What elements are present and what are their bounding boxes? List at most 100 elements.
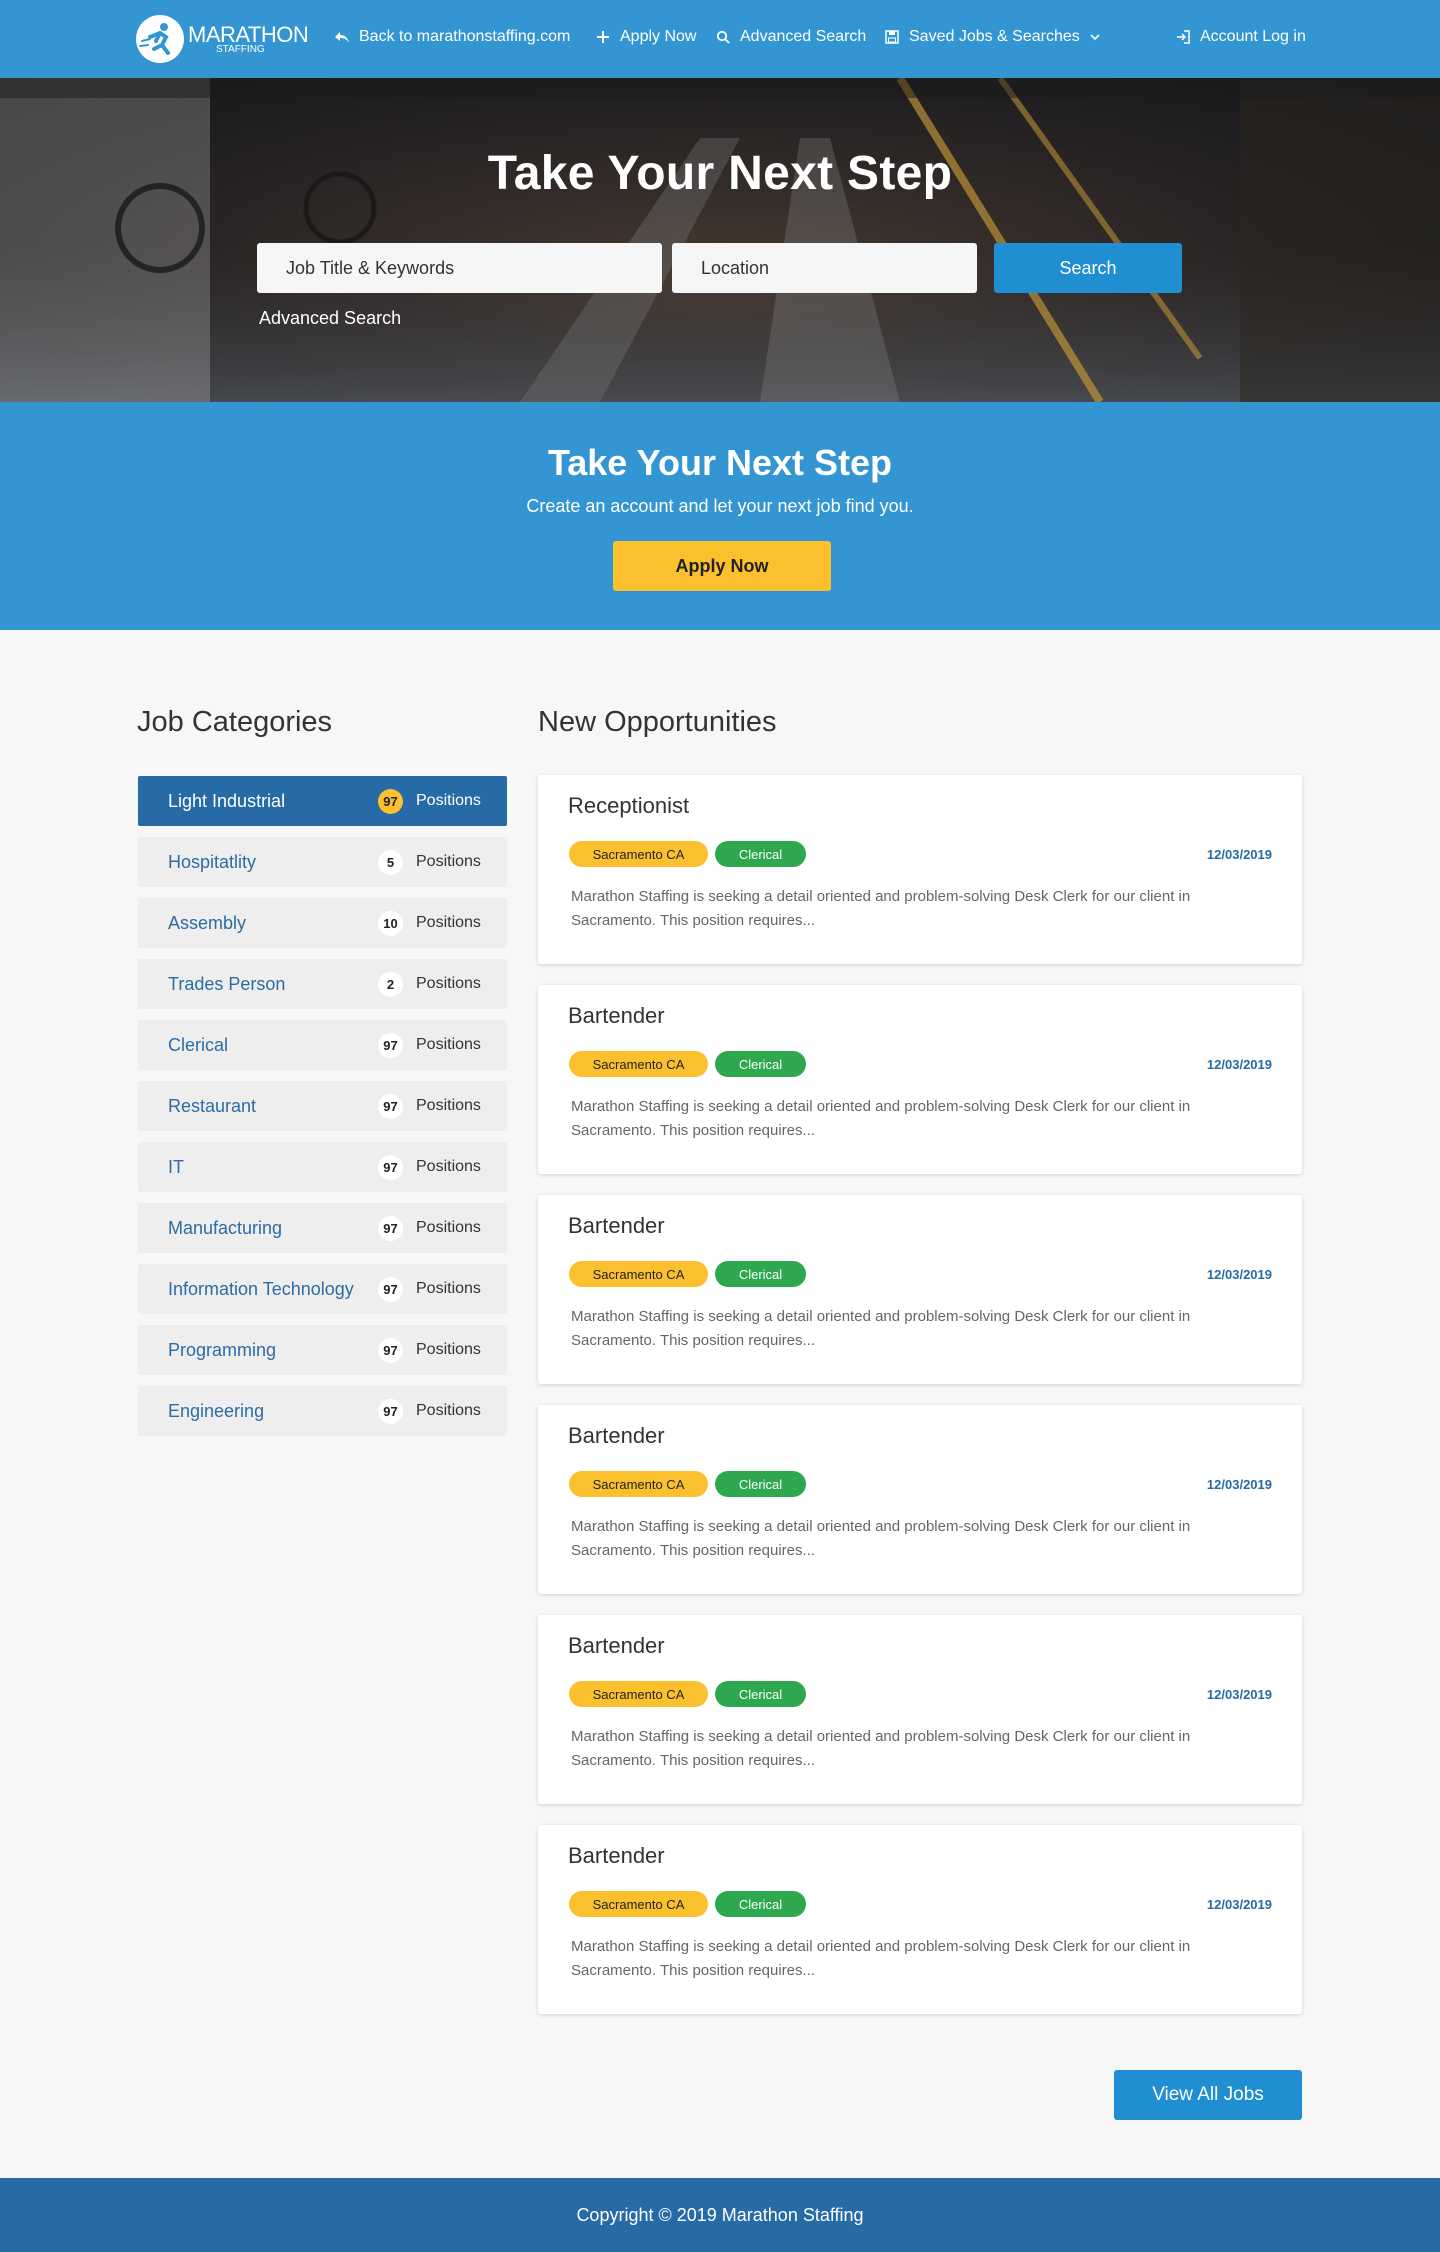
keywords-input[interactable] [257,243,662,293]
category-tag: Clerical [715,1681,806,1707]
job-card[interactable]: Receptionist Sacramento CA Clerical 12/03/2… [538,775,1302,964]
category-count-badge: 97 [378,1338,403,1363]
category-item[interactable]: Trades Person 2 Positions [138,959,507,1009]
category-count-badge: 10 [378,911,403,936]
job-title[interactable]: Bartender [568,1423,665,1449]
copyright-text: Copyright © 2019 Marathon Staffing [576,2204,864,2225]
job-title[interactable]: Bartender [568,1003,665,1029]
back-to-site-link[interactable]: Back to marathonstaffing.com [333,28,570,46]
cta-banner: Take Your Next Step Create an account an… [0,402,1440,630]
job-card[interactable]: Bartender Sacramento CA Clerical 12/03/2019… [538,1195,1302,1384]
floppy-disk-icon [883,28,901,46]
hero-advanced-search-link[interactable]: Advanced Search [259,308,401,329]
category-tag: Clerical [715,1261,806,1287]
category-count-badge: 97 [378,1155,403,1180]
job-description: Marathon Staffing is seeking a detail or… [571,1098,1191,1139]
saved-jobs-label: Saved Jobs & Searches [909,28,1080,45]
job-date: 12/03/2019 [1206,1267,1272,1282]
chevron-down-icon [1086,28,1104,46]
category-name: Restaurant [168,1095,257,1116]
category-count-badge: 97 [378,1216,403,1241]
job-title[interactable]: Bartender [568,1213,665,1239]
apply-now-nav-label: Apply Now [620,28,697,45]
category-count-badge: 97 [378,789,403,814]
category-item[interactable]: Clerical 97 Positions [138,1020,507,1070]
job-description: Marathon Staffing is seeking a detail or… [571,1518,1191,1559]
category-name: Light Industrial [168,790,286,811]
category-tag: Clerical [715,841,806,867]
category-name: Information Technology [168,1278,354,1299]
location-tag: Sacramento CA [569,841,708,867]
category-count-badge: 2 [378,972,403,997]
account-login-link[interactable]: Account Log in [1174,28,1306,46]
job-description: Marathon Staffing is seeking a detail or… [571,1308,1191,1349]
apply-now-link[interactable]: Apply Now [594,28,696,46]
logo-wordmark: MARATHON [188,21,309,47]
job-description: Marathon Staffing is seeking a detail or… [571,1728,1191,1769]
category-tag: Clerical [715,1891,806,1917]
positions-label: Positions [416,853,481,870]
category-item[interactable]: Hospitatlity 5 Positions [138,837,507,887]
category-item[interactable]: IT 97 Positions [138,1142,507,1192]
category-name: Engineering [168,1400,265,1421]
view-all-jobs-button[interactable]: View All Jobs [1114,2070,1302,2120]
advanced-search-link[interactable]: Advanced Search [714,28,866,46]
job-title[interactable]: Bartender [568,1843,665,1869]
job-date: 12/03/2019 [1206,1897,1272,1912]
category-item[interactable]: Light Industrial 97 Positions [138,776,507,826]
category-item[interactable]: Assembly 10 Positions [138,898,507,948]
reply-arrow-icon [333,28,351,46]
positions-label: Positions [416,975,481,992]
apply-now-button[interactable]: Apply Now [613,541,831,591]
positions-label: Positions [416,1280,481,1297]
category-name: IT [168,1156,184,1177]
category-item[interactable]: Restaurant 97 Positions [138,1081,507,1131]
search-button[interactable]: Search [994,243,1182,293]
top-nav: MARATHON STAFFING Back to marathonstaffi… [0,0,1440,78]
job-categories-heading: Job Categories [137,706,333,738]
job-date: 12/03/2019 [1206,1687,1272,1702]
job-title[interactable]: Receptionist [568,793,689,819]
runner-logo-icon [136,15,184,63]
job-title[interactable]: Bartender [568,1633,665,1659]
category-name: Manufacturing [168,1217,283,1238]
category-name: Clerical [168,1034,229,1055]
category-name: Programming [168,1339,277,1360]
positions-label: Positions [416,792,481,809]
positions-label: Positions [416,1036,481,1053]
job-card[interactable]: Bartender Sacramento CA Clerical 12/03/2019… [538,1405,1302,1594]
account-login-label: Account Log in [1200,28,1306,45]
location-tag: Sacramento CA [569,1471,708,1497]
back-to-site-label: Back to marathonstaffing.com [359,28,571,45]
positions-label: Positions [416,1158,481,1175]
job-card[interactable]: Bartender Sacramento CA Clerical 12/03/2019… [538,1615,1302,1804]
saved-jobs-dropdown[interactable]: Saved Jobs & Searches [883,28,1104,46]
location-tag: Sacramento CA [569,1681,708,1707]
category-item[interactable]: Engineering 97 Positions [138,1386,507,1436]
category-item[interactable]: Manufacturing 97 Positions [138,1203,507,1253]
plus-icon [594,28,612,46]
category-item[interactable]: Information Technology 97 Positions [138,1264,507,1314]
positions-label: Positions [416,1219,481,1236]
hero-title: Take Your Next Step [487,147,953,200]
cta-subtitle: Create an account and let your next job … [526,496,914,516]
category-tag: Clerical [715,1471,806,1497]
location-tag: Sacramento CA [569,1261,708,1287]
job-date: 12/03/2019 [1206,1477,1272,1492]
job-card[interactable]: Bartender Sacramento CA Clerical 12/03/2019… [538,1825,1302,2014]
location-input[interactable] [672,243,977,293]
job-date: 12/03/2019 [1206,1057,1272,1072]
new-opportunities-heading: New Opportunities [538,706,777,738]
location-tag: Sacramento CA [569,1891,708,1917]
job-date: 12/03/2019 [1206,847,1272,862]
category-count-badge: 5 [378,850,403,875]
cta-title: Take Your Next Step [547,442,893,483]
marathon-logo[interactable]: MARATHON STAFFING [136,14,309,64]
category-tag: Clerical [715,1051,806,1077]
category-item[interactable]: Programming 97 Positions [138,1325,507,1375]
job-card[interactable]: Bartender Sacramento CA Clerical 12/03/2019… [538,985,1302,1174]
search-icon [714,28,732,46]
job-list: Receptionist Sacramento CA Clerical 12/03/2… [538,775,1302,2035]
positions-label: Positions [416,914,481,931]
location-tag: Sacramento CA [569,1051,708,1077]
